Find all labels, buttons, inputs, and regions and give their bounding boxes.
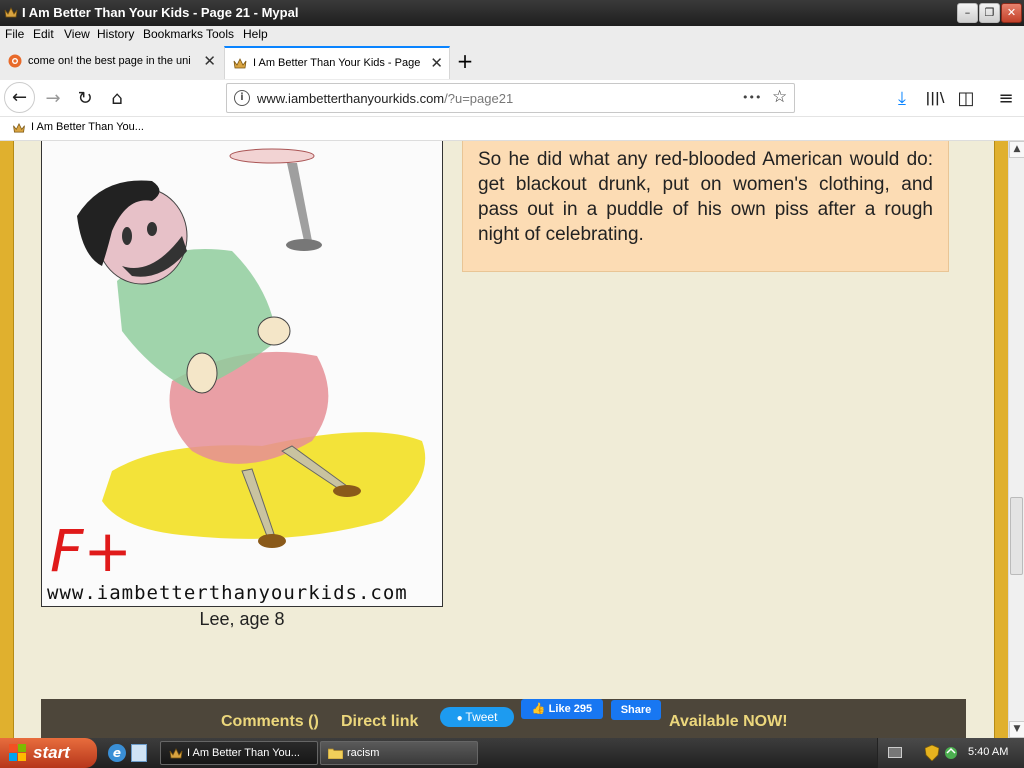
windows-taskbar: start e I Am Better Than You... racism 5… (0, 738, 1024, 768)
taskbar-task-browser[interactable]: I Am Better Than You... (160, 741, 318, 765)
security-shield-icon[interactable] (925, 745, 939, 761)
story-text: So he did what any red-blooded American … (478, 149, 933, 245)
vertical-scrollbar[interactable]: ▲ ▼ (1008, 141, 1024, 738)
bookmark-iambetter[interactable]: I Am Better Than You... (12, 121, 144, 133)
menu-file[interactable]: File (5, 27, 24, 41)
minimize-button[interactable]: – (957, 3, 978, 23)
scrollbar-thumb[interactable] (1010, 497, 1023, 575)
task-label: I Am Better Than You... (187, 747, 300, 759)
drawing-illustration: F+ (50, 148, 426, 585)
internet-explorer-icon[interactable]: e (108, 744, 126, 762)
folder-icon (328, 748, 343, 759)
windows-logo-icon (9, 744, 26, 761)
site-info-icon[interactable]: i (234, 90, 250, 106)
system-tray: 5:40 AM (877, 738, 1024, 768)
sidebar-icon[interactable]: ◫ (951, 84, 981, 114)
menu-tools[interactable]: Tools (206, 27, 234, 41)
new-tab-button[interactable]: + (455, 48, 475, 74)
crown-icon (169, 748, 183, 759)
close-window-button[interactable]: ✕ (1001, 3, 1022, 23)
menu-history[interactable]: History (97, 27, 134, 41)
story-textbox: So he did what any red-blooded American … (462, 141, 949, 272)
facebook-like-button[interactable]: 👍 Like 295 (521, 699, 603, 719)
child-drawing: F+ www.iambetterthanyourkids.com (41, 141, 443, 607)
mypal-app-icon (4, 7, 18, 18)
bottom-links-bar: Comments () Direct link ● Tweet 👍 Like 2… (41, 699, 966, 738)
tab-close-icon[interactable]: ✕ (430, 48, 443, 79)
direct-link[interactable]: Direct link (341, 713, 418, 731)
keyboard-icon[interactable] (888, 747, 902, 758)
facebook-share-button[interactable]: Share (611, 700, 661, 720)
hamburger-menu-icon[interactable]: ≡ (991, 84, 1021, 114)
back-button[interactable]: ← (4, 82, 35, 113)
tab-label: come on! the best page in the uni (28, 55, 191, 67)
drawing-grade: F+ (50, 517, 132, 585)
comments-link[interactable]: Comments () (221, 713, 319, 731)
bookmark-label: I Am Better Than You... (31, 121, 144, 133)
left-page-border (0, 141, 14, 738)
maximize-button[interactable]: ❐ (979, 3, 1000, 23)
reload-button[interactable]: ↻ (70, 84, 100, 114)
menu-edit[interactable]: Edit (33, 27, 54, 41)
menu-help[interactable]: Help (243, 27, 268, 41)
page-actions-icon[interactable]: ••• (742, 91, 761, 104)
tab-iambetter[interactable]: I Am Better Than Your Kids - Page ✕ (224, 46, 450, 79)
like-label: Like 295 (548, 703, 593, 715)
crown-icon (233, 58, 247, 69)
menu-bookmarks[interactable]: Bookmarks (143, 27, 203, 41)
available-now-link[interactable]: Available NOW! (669, 713, 788, 731)
thumbs-up-icon: 👍 (531, 703, 549, 715)
start-button[interactable]: start (0, 738, 97, 768)
window-titlebar: I Am Better Than Your Kids - Page 21 - M… (0, 0, 1024, 26)
crown-icon (13, 122, 25, 133)
menu-bar: File Edit View History Bookmarks Tools H… (0, 26, 1024, 43)
drawing-watermark: www.iambetterthanyourkids.com (47, 582, 408, 604)
network-icon[interactable] (944, 746, 958, 760)
library-icon[interactable]: |||\ (920, 84, 950, 114)
url-text[interactable]: www.iambetterthanyourkids.com/?u=page21 (257, 91, 513, 106)
tweet-button[interactable]: ● Tweet (440, 707, 514, 727)
menu-view[interactable]: View (64, 27, 90, 41)
url-domain: www.iambetterthanyourkids.com (257, 91, 445, 106)
orange-globe-icon (8, 54, 22, 68)
url-bar[interactable]: i www.iambetterthanyourkids.com/?u=page2… (226, 83, 795, 113)
page-content: F+ www.iambetterthanyourkids.com Lee, ag… (0, 141, 1008, 738)
scroll-up-arrow[interactable]: ▲ (1009, 141, 1024, 158)
show-desktop-icon[interactable] (131, 744, 147, 762)
tab-bar: come on! the best page in the uni ✕ I Am… (0, 43, 1024, 80)
taskbar-task-racism[interactable]: racism (320, 741, 478, 765)
right-page-border (994, 141, 1008, 738)
drawing-caption: Lee, age 8 (199, 609, 285, 629)
task-label: racism (347, 747, 380, 759)
tab-label: I Am Better Than Your Kids - Page (253, 57, 421, 69)
forward-button[interactable]: → (38, 84, 68, 114)
url-path: /?u=page21 (444, 91, 514, 106)
bookmarks-toolbar: I Am Better Than You... (0, 117, 1024, 141)
download-icon[interactable]: ⤓ (887, 84, 917, 114)
window-title: I Am Better Than Your Kids - Page 21 - M… (22, 5, 299, 20)
start-label: start (33, 743, 70, 762)
tab-close-icon[interactable]: ✕ (203, 46, 216, 77)
bookmark-star-icon[interactable]: ☆ (772, 87, 787, 107)
home-button[interactable]: ⌂ (102, 84, 132, 114)
scroll-down-arrow[interactable]: ▼ (1009, 721, 1024, 738)
clock: 5:40 AM (968, 746, 1009, 758)
navigation-toolbar: ← → ↻ ⌂ i www.iambetterthanyourkids.com/… (0, 80, 1024, 117)
tab-come-on[interactable]: come on! the best page in the uni ✕ (0, 46, 222, 79)
tweet-label: Tweet (465, 710, 498, 724)
